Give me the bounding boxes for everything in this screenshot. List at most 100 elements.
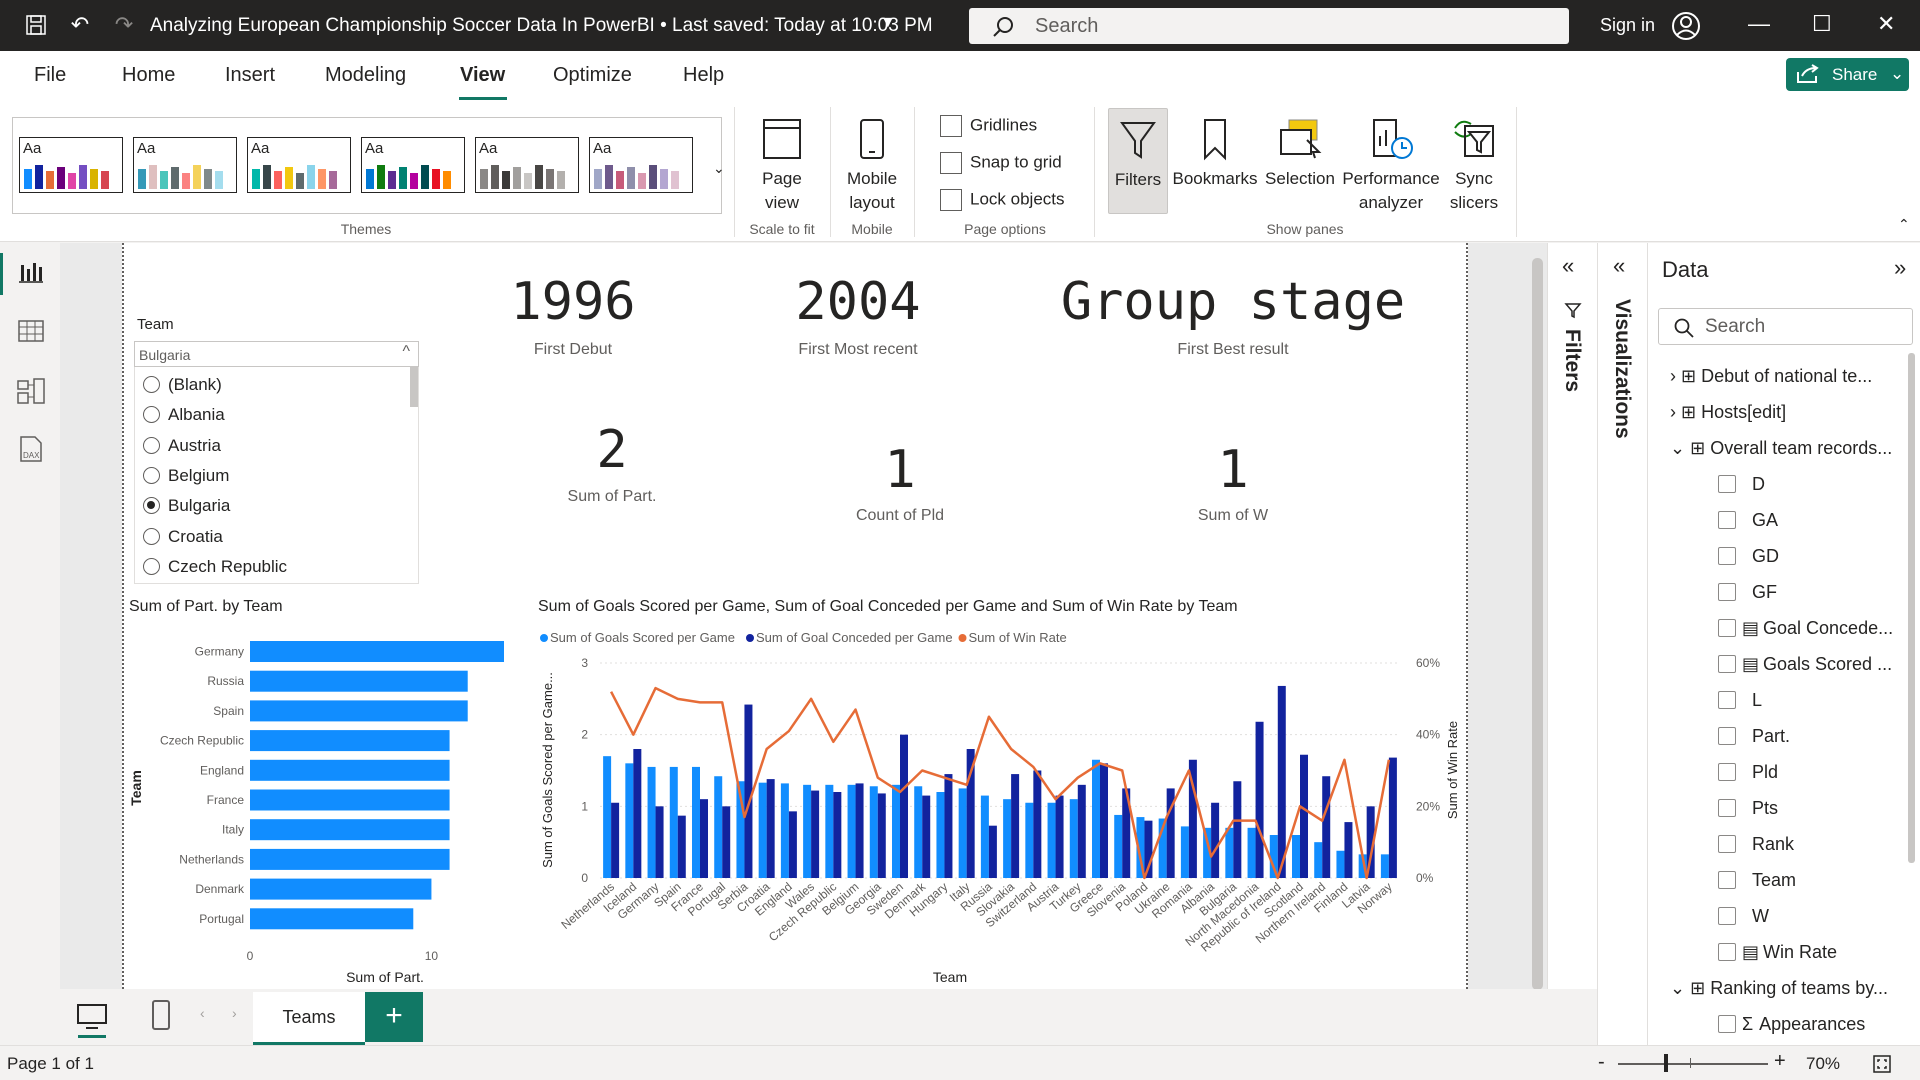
field-goals-scored[interactable]: ▤ Goals Scored ...	[1718, 654, 1892, 675]
data-search-input[interactable]: Search	[1658, 308, 1913, 345]
data-pane-scrollbar[interactable]	[1908, 353, 1915, 863]
bookmarks-pane-button[interactable]: Bookmarks	[1170, 111, 1260, 191]
sign-in-link[interactable]: Sign in	[1600, 15, 1655, 36]
theme-option-1[interactable]: Aa	[19, 137, 123, 193]
undo-icon[interactable]: ↶	[66, 11, 94, 39]
collapse-ribbon-icon[interactable]: ⌃	[1898, 216, 1910, 233]
theme-option-4[interactable]: Aa	[361, 137, 465, 193]
add-page-button[interactable]: +	[365, 992, 423, 1042]
search-icon	[993, 17, 1013, 37]
close-icon[interactable]: ✕	[1877, 11, 1895, 37]
menu-modeling[interactable]: Modeling	[325, 64, 406, 87]
lock-objects-checkbox[interactable]: Lock objects	[940, 189, 1065, 211]
search-input[interactable]: Search	[969, 8, 1569, 44]
menu-optimize[interactable]: Optimize	[553, 64, 632, 87]
menu-home[interactable]: Home	[122, 64, 175, 87]
fit-to-page-icon[interactable]	[1872, 1054, 1892, 1074]
zoom-slider-thumb[interactable]	[1664, 1054, 1668, 1072]
theme-gallery-expand-icon[interactable]: ⌄	[713, 160, 725, 177]
save-icon[interactable]	[22, 11, 50, 39]
dax-query-icon[interactable]: DAX	[15, 433, 47, 465]
redo-icon[interactable]: ↷	[110, 11, 138, 39]
table-view-icon[interactable]	[15, 315, 47, 347]
table-overall-records[interactable]: ⌄ ⊞ Overall team records...	[1670, 438, 1892, 459]
slicer-item[interactable]: Belgium	[143, 466, 229, 486]
status-bar: Page 1 of 1 - + 70%	[0, 1045, 1920, 1080]
goals-combo-chart[interactable]: Sum of Goals Scored per Game Sum of Goal …	[530, 620, 1470, 986]
menu-help[interactable]: Help	[683, 64, 724, 87]
desktop-view-icon[interactable]	[76, 1003, 108, 1031]
zoom-out-icon[interactable]: -	[1598, 1051, 1605, 1074]
page-view-button[interactable]: Page view	[748, 111, 816, 215]
field-l[interactable]: L	[1718, 690, 1762, 711]
theme-option-3[interactable]: Aa	[247, 137, 351, 193]
filters-pane-button[interactable]: Filters	[1108, 108, 1168, 214]
menu-file[interactable]: File	[34, 64, 66, 87]
snap-to-grid-checkbox[interactable]: Snap to grid	[940, 152, 1062, 174]
y-tick-label: Denmark	[195, 882, 245, 896]
mobile-layout-button[interactable]: Mobile layout	[836, 111, 908, 215]
field-pld[interactable]: Pld	[1718, 762, 1778, 783]
field-goal-conceded[interactable]: ▤ Goal Concede...	[1718, 618, 1893, 639]
slicer-item[interactable]: Czech Republic	[143, 557, 287, 577]
collapse-data-pane-icon[interactable]: »	[1894, 255, 1906, 281]
tab-scroll-left-icon[interactable]: ‹	[200, 1005, 205, 1021]
slicer-dropdown[interactable]: Bulgaria ^	[134, 341, 419, 367]
field-team[interactable]: Team	[1718, 870, 1796, 891]
slicer-item[interactable]: Albania	[143, 405, 225, 425]
field-w[interactable]: W	[1718, 906, 1769, 927]
field-d[interactable]: D	[1718, 474, 1765, 495]
slicer-item[interactable]: Croatia	[143, 527, 223, 547]
menu-view[interactable]: View	[460, 64, 505, 87]
zoom-slider-track[interactable]	[1618, 1063, 1768, 1065]
field-part[interactable]: Part.	[1718, 726, 1790, 747]
performance-analyzer-button[interactable]: Performance analyzer	[1340, 111, 1442, 215]
field-pts[interactable]: Pts	[1718, 798, 1778, 819]
model-view-icon[interactable]	[15, 375, 47, 407]
share-button[interactable]: Share ⌄	[1786, 58, 1909, 91]
table-icon: ⊞	[1690, 438, 1706, 458]
minimize-icon[interactable]: —	[1748, 11, 1770, 37]
chevron-down-icon[interactable]: ▼	[880, 14, 896, 32]
table-hosts[interactable]: › ⊞ Hosts[edit]	[1670, 402, 1786, 423]
table-ranking[interactable]: ⌄ ⊞ Ranking of teams by...	[1670, 978, 1888, 999]
field-rank[interactable]: Rank	[1718, 834, 1794, 855]
expand-visualizations-icon[interactable]: «	[1613, 253, 1625, 279]
tab-teams[interactable]: Teams	[253, 992, 365, 1045]
report-view-icon[interactable]	[15, 257, 47, 289]
x-axis-title: Sum of Part.	[346, 969, 424, 985]
menu-insert[interactable]: Insert	[225, 64, 275, 87]
gridlines-checkbox[interactable]: Gridlines	[940, 115, 1037, 137]
part-by-team-bar-chart[interactable]: Germany Russia Spain Czech Republic England F…	[125, 625, 510, 985]
field-gd[interactable]: GD	[1718, 546, 1779, 567]
slicer-item[interactable]: Austria	[143, 436, 221, 456]
checkbox-icon	[1718, 655, 1736, 673]
bookmark-icon	[1170, 111, 1260, 167]
search-icon	[1674, 318, 1694, 338]
zoom-in-icon[interactable]: +	[1774, 1050, 1786, 1073]
slicer-item[interactable]: (Blank)	[143, 375, 222, 395]
table-debut[interactable]: › ⊞ Debut of national te...	[1670, 366, 1872, 387]
field-ga[interactable]: GA	[1718, 510, 1778, 531]
slicer-item-selected[interactable]: Bulgaria	[143, 496, 230, 516]
user-avatar-icon[interactable]	[1671, 11, 1701, 41]
field-appearances[interactable]: Σ Appearances	[1718, 1014, 1865, 1035]
slicer-scrollbar[interactable]	[410, 367, 418, 407]
expand-filters-icon[interactable]: «	[1562, 253, 1574, 279]
tab-scroll-right-icon[interactable]: ›	[232, 1005, 237, 1021]
sync-slicers-button[interactable]: Sync slicers	[1444, 111, 1504, 215]
field-gf[interactable]: GF	[1718, 582, 1777, 603]
selection-pane-button[interactable]: Selection	[1262, 111, 1338, 191]
theme-option-6[interactable]: Aa	[589, 137, 693, 193]
table-icon: ⊞	[1690, 978, 1706, 998]
document-title[interactable]: Analyzing European Championship Soccer D…	[150, 15, 933, 37]
phone-view-icon[interactable]	[150, 999, 172, 1031]
theme-option-2[interactable]: Aa	[133, 137, 237, 193]
maximize-icon[interactable]: ☐	[1812, 11, 1832, 37]
filters-pane-collapsed[interactable]: « Filters	[1547, 243, 1597, 989]
theme-option-5[interactable]: Aa	[475, 137, 579, 193]
field-win-rate[interactable]: ▤ Win Rate	[1718, 942, 1837, 963]
canvas-scrollbar[interactable]	[1532, 258, 1543, 990]
visualizations-pane-collapsed[interactable]: « Visualizations	[1597, 243, 1647, 1045]
performance-icon	[1340, 111, 1442, 167]
